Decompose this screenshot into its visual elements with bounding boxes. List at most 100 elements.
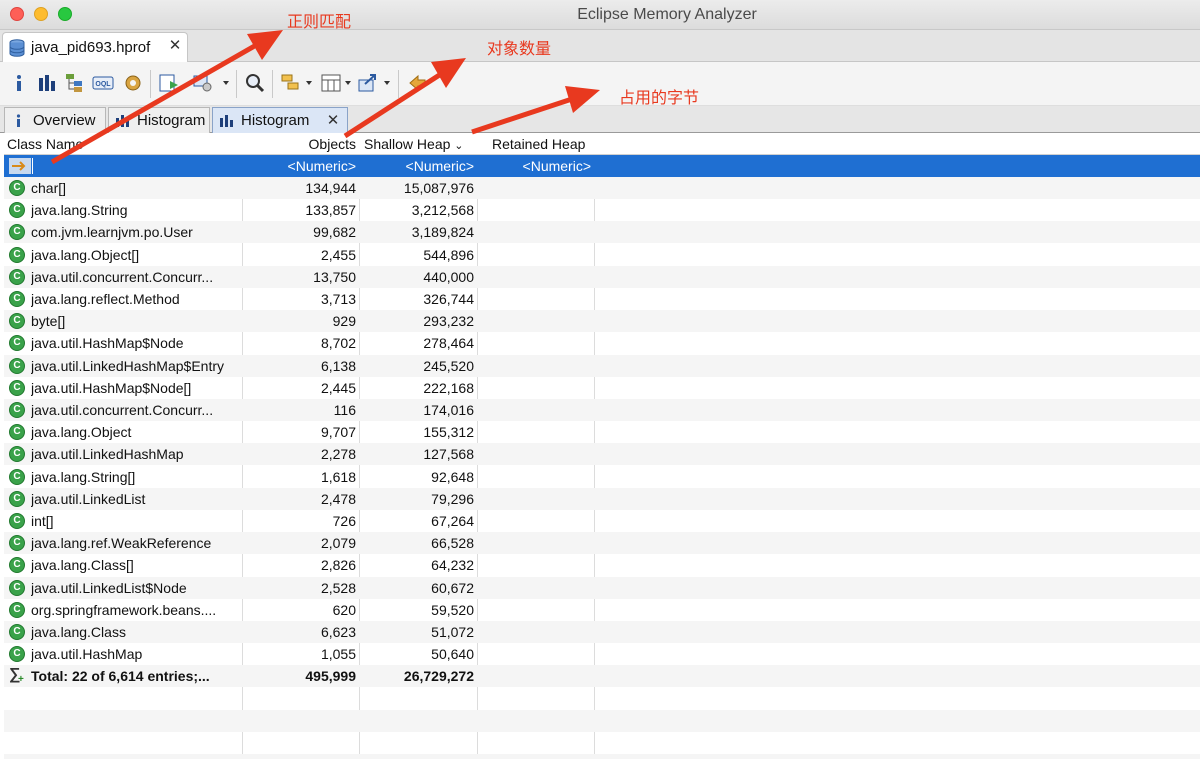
total-objects: 495,999 bbox=[305, 668, 356, 685]
table-row[interactable]: Cint[] 726 67,264 bbox=[4, 510, 1200, 532]
class-icon: C bbox=[9, 624, 25, 640]
annotation-regex: 正则匹配 bbox=[287, 14, 352, 31]
table-row[interactable]: Cjava.util.concurrent.Concurr... 116 174,0… bbox=[4, 399, 1200, 421]
histogram-icon[interactable] bbox=[36, 72, 58, 94]
class-icon: C bbox=[9, 202, 25, 219]
toolbar: OQL bbox=[0, 62, 1200, 106]
objects-cell: 99,682 bbox=[313, 224, 356, 241]
table-row[interactable]: Cjava.util.HashMap$Node[] 2,445 222,168 bbox=[4, 377, 1200, 399]
annotation-bytes-used: 占用的字节 bbox=[619, 90, 700, 107]
toolbar-separator bbox=[236, 70, 237, 98]
shallow-heap-cell: 127,568 bbox=[423, 446, 474, 463]
table-header: Class Name Objects Shallow Heap ⌄ Retain… bbox=[4, 133, 1200, 155]
tab-histogram[interactable]: Histogram bbox=[108, 107, 210, 133]
info-icon bbox=[16, 114, 21, 127]
empty-row bbox=[4, 732, 1200, 754]
numeric-filter-objects[interactable]: <Numeric> bbox=[244, 158, 356, 174]
group-by-icon[interactable] bbox=[280, 72, 302, 94]
table-row[interactable]: Cjava.util.LinkedList 2,478 79,296 bbox=[4, 487, 1200, 510]
objects-cell: 8,702 bbox=[320, 335, 356, 352]
oql-icon[interactable]: OQL bbox=[92, 72, 114, 94]
class-name-cell: java.lang.Object bbox=[31, 424, 132, 441]
table-row[interactable]: Cjava.util.HashMap 1,055 50,640 bbox=[4, 643, 1200, 665]
table-row[interactable]: Cjava.util.LinkedHashMap 2,278 127,568 bbox=[4, 443, 1200, 466]
dominator-tree-icon[interactable] bbox=[64, 72, 86, 94]
class-icon: C bbox=[9, 291, 25, 307]
text-cursor bbox=[32, 158, 33, 174]
objects-cell: 116 bbox=[333, 402, 356, 418]
heap-dump-overview-icon[interactable] bbox=[122, 72, 144, 94]
objects-cell: 726 bbox=[332, 513, 356, 529]
toolbar-separator bbox=[398, 70, 399, 98]
shallow-heap-cell: 50,640 bbox=[431, 646, 474, 663]
class-icon: C bbox=[9, 335, 25, 352]
total-shallow-heap: 26,729,272 bbox=[403, 668, 474, 685]
table-row[interactable]: Cjava.util.LinkedList$Node 2,528 60,672 bbox=[4, 576, 1200, 599]
table-row[interactable]: Cjava.lang.Object 9,707 155,312 bbox=[4, 421, 1200, 443]
table-row[interactable]: Cjava.util.concurrent.Concurr... 13,750 44… bbox=[4, 265, 1200, 288]
sum-icon: ∑ + bbox=[9, 666, 24, 686]
objects-cell: 2,079 bbox=[320, 535, 356, 552]
table-row[interactable]: Ccom.jvm.learnjvm.po.User 99,682 3,189,824 bbox=[4, 221, 1200, 244]
sort-descending-icon: ⌄ bbox=[454, 140, 464, 152]
objects-cell: 1,618 bbox=[320, 468, 356, 485]
result-tabs: Overview Histogram Histogram ✕ bbox=[0, 106, 1200, 133]
table-row[interactable]: Cjava.lang.String 133,857 3,212,568 bbox=[4, 199, 1200, 221]
tab-overview[interactable]: Overview bbox=[4, 107, 106, 133]
calculate-retained-icon[interactable] bbox=[320, 72, 342, 94]
editor-tab-heap-dump[interactable]: java_pid693.hprof ✕ bbox=[2, 32, 188, 62]
table-row[interactable]: Cbyte[] 929 293,232 bbox=[4, 310, 1200, 333]
back-icon[interactable] bbox=[406, 72, 428, 94]
class-name-cell: java.lang.Object[] bbox=[31, 246, 140, 263]
numeric-filter-shallow-heap[interactable]: <Numeric> bbox=[361, 158, 474, 174]
class-icon: C bbox=[9, 468, 25, 485]
table-row[interactable]: Cjava.lang.Class[] 2,826 64,232 bbox=[4, 554, 1200, 576]
class-name-cell: java.util.LinkedList bbox=[31, 490, 146, 507]
info-icon[interactable] bbox=[8, 72, 30, 94]
table-row[interactable]: Cjava.lang.Class 6,623 51,072 bbox=[4, 621, 1200, 643]
table-row[interactable]: Cjava.lang.reflect.Method 3,713 326,744 bbox=[4, 288, 1200, 310]
shallow-heap-cell: 278,464 bbox=[423, 335, 474, 352]
column-header-shallow-heap[interactable]: Shallow Heap ⌄ bbox=[364, 136, 464, 152]
class-icon: C bbox=[9, 513, 25, 529]
shallow-heap-cell: 326,744 bbox=[423, 291, 474, 307]
objects-cell: 6,138 bbox=[320, 357, 356, 374]
shallow-heap-cell: 245,520 bbox=[423, 357, 474, 374]
objects-cell: 13,750 bbox=[313, 268, 356, 285]
table-row[interactable]: Cjava.lang.String[] 1,618 92,648 bbox=[4, 466, 1200, 488]
table-row[interactable]: Cjava.lang.ref.WeakReference 2,079 66,528 bbox=[4, 532, 1200, 555]
histogram-icon bbox=[116, 115, 129, 127]
class-name-cell: java.util.HashMap$Node bbox=[31, 335, 184, 352]
chevron-down-icon[interactable] bbox=[345, 81, 351, 85]
column-header-objects[interactable]: Objects bbox=[244, 136, 356, 152]
table-row[interactable]: Cjava.util.HashMap$Node 8,702 278,464 bbox=[4, 332, 1200, 354]
table-row[interactable]: Cjava.util.LinkedHashMap$Entry 6,138 245,5… bbox=[4, 354, 1200, 377]
class-name-cell: int[] bbox=[31, 513, 54, 529]
chevron-down-icon[interactable] bbox=[223, 81, 229, 85]
total-row: ∑ + Total: 22 of 6,614 entries;... 495,999 2… bbox=[4, 665, 1200, 688]
chevron-down-icon[interactable] bbox=[306, 81, 312, 85]
class-icon: C bbox=[9, 357, 25, 374]
toolbar-separator bbox=[272, 70, 273, 98]
class-icon: C bbox=[9, 535, 25, 552]
objects-cell: 2,826 bbox=[320, 557, 356, 574]
shallow-heap-cell: 66,528 bbox=[431, 535, 474, 552]
table-row[interactable]: Corg.springframework.beans.... 620 59,520 bbox=[4, 599, 1200, 621]
numeric-filter-retained-heap[interactable]: <Numeric> bbox=[479, 158, 591, 174]
chevron-down-icon[interactable] bbox=[384, 81, 390, 85]
class-name-cell: java.util.concurrent.Concurr... bbox=[31, 268, 214, 285]
class-icon: C bbox=[9, 424, 25, 441]
run-report-icon[interactable] bbox=[158, 72, 180, 94]
query-browser-icon[interactable] bbox=[192, 72, 214, 94]
close-icon[interactable]: ✕ bbox=[325, 113, 341, 129]
close-icon[interactable]: ✕ bbox=[167, 38, 183, 54]
tab-histogram-active[interactable]: Histogram ✕ bbox=[212, 107, 348, 133]
column-header-retained-heap[interactable]: Retained Heap bbox=[492, 136, 585, 152]
export-icon[interactable] bbox=[357, 72, 379, 94]
table-row[interactable]: Cchar[] 134,944 15,087,976 bbox=[4, 177, 1200, 199]
table-row[interactable]: Cjava.lang.Object[] 2,455 544,896 bbox=[4, 244, 1200, 266]
shallow-heap-cell: 59,520 bbox=[431, 601, 474, 618]
search-icon[interactable] bbox=[244, 72, 266, 94]
column-header-class-name[interactable]: Class Name bbox=[7, 136, 83, 152]
empty-row bbox=[4, 688, 1200, 710]
